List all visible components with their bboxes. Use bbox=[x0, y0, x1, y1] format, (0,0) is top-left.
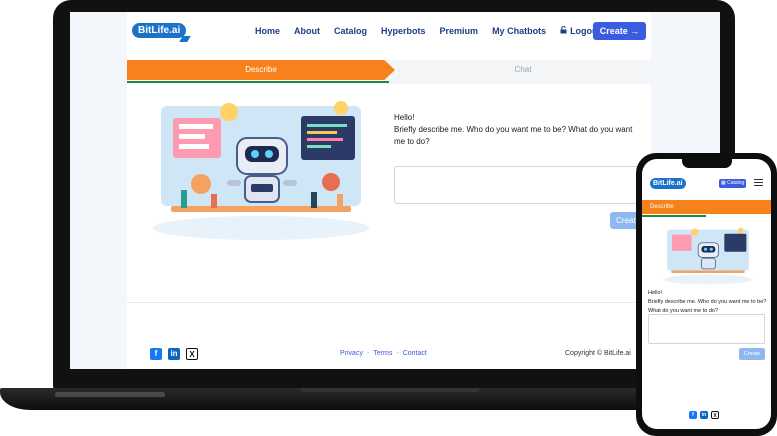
prompt-greeting: Hello! bbox=[394, 113, 415, 122]
prompt-question: Briefly describe me. Who do you want me … bbox=[394, 125, 633, 146]
description-input[interactable] bbox=[394, 166, 651, 204]
footer-privacy-link[interactable]: Privacy bbox=[340, 350, 363, 357]
phone-tab-describe[interactable]: Describe bbox=[642, 200, 771, 214]
create-button[interactable]: Create → bbox=[593, 22, 646, 40]
nav-about[interactable]: About bbox=[294, 26, 320, 36]
prompt-text: Hello! Briefly describe me. Who do you w… bbox=[394, 112, 644, 148]
device-mockup: BitLife.ai Home About Catalog Hyperbots … bbox=[0, 0, 777, 436]
nav-premium[interactable]: Premium bbox=[440, 26, 479, 36]
phone-tab-progress-bar bbox=[642, 215, 706, 217]
linkedin-icon[interactable]: in bbox=[168, 348, 180, 360]
phone-facebook-icon[interactable]: f bbox=[689, 411, 697, 419]
step-tabs: Describe Chat bbox=[127, 60, 651, 84]
x-icon[interactable]: X bbox=[186, 348, 198, 360]
nav-catalog[interactable]: Catalog bbox=[334, 26, 367, 36]
footer-separator: - bbox=[366, 350, 370, 357]
phone-x-icon[interactable]: X bbox=[711, 411, 719, 419]
footer-links: Privacy - Terms - Contact bbox=[340, 350, 427, 357]
hamburger-menu-icon[interactable] bbox=[754, 179, 763, 187]
robot-illustration bbox=[153, 101, 369, 240]
phone-catalog-button[interactable]: ▦ Catalog bbox=[719, 179, 747, 188]
phone-frame: BitLife.ai ▦ Catalog Describe Hello! Bri… bbox=[636, 153, 777, 436]
tab-progress-bar bbox=[127, 81, 389, 83]
footer: f in X Privacy - Terms - Contact Copyrig… bbox=[127, 330, 651, 369]
nav-home[interactable]: Home bbox=[255, 26, 280, 36]
laptop-hinge bbox=[300, 388, 480, 392]
footer-separator: - bbox=[396, 350, 399, 357]
phone-screen: BitLife.ai ▦ Catalog Describe Hello! Bri… bbox=[642, 159, 771, 429]
phone-create-button[interactable]: Create bbox=[739, 348, 765, 360]
phone-prompt-text: Hello! Briefly describe me. Who do you w… bbox=[648, 289, 768, 316]
social-links: f in X bbox=[150, 348, 198, 360]
phone-social-links: f in X bbox=[689, 411, 719, 419]
logout-icon bbox=[560, 25, 567, 36]
phone-linkedin-icon[interactable]: in bbox=[700, 411, 708, 419]
phone-robot-illustration bbox=[663, 227, 753, 285]
content-divider bbox=[127, 302, 651, 303]
phone-prompt-greeting: Hello! bbox=[648, 290, 663, 296]
laptop-lip bbox=[55, 392, 165, 397]
brand-logo[interactable]: BitLife.ai bbox=[132, 23, 187, 38]
phone-notch bbox=[682, 159, 732, 168]
facebook-icon[interactable]: f bbox=[150, 348, 162, 360]
footer-contact-link[interactable]: Contact bbox=[403, 350, 427, 357]
copyright-text: Copyright © BitLife.ai bbox=[565, 350, 631, 357]
navbar: BitLife.ai Home About Catalog Hyperbots … bbox=[127, 12, 651, 50]
laptop-screen: BitLife.ai Home About Catalog Hyperbots … bbox=[70, 12, 720, 369]
nav-hyperbots[interactable]: Hyperbots bbox=[381, 26, 426, 36]
tab-chat[interactable]: Chat bbox=[395, 60, 651, 80]
describe-panel: Hello! Briefly describe me. Who do you w… bbox=[127, 88, 651, 303]
footer-terms-link[interactable]: Terms bbox=[373, 350, 392, 357]
page-container: BitLife.ai Home About Catalog Hyperbots … bbox=[127, 12, 651, 369]
nav-links: Home About Catalog Hyperbots Premium My … bbox=[255, 25, 615, 36]
phone-description-input[interactable] bbox=[648, 314, 765, 344]
nav-my-chatbots[interactable]: My Chatbots bbox=[492, 26, 546, 36]
phone-brand-logo[interactable]: BitLife.ai bbox=[650, 178, 686, 189]
tab-describe[interactable]: Describe bbox=[127, 60, 395, 80]
